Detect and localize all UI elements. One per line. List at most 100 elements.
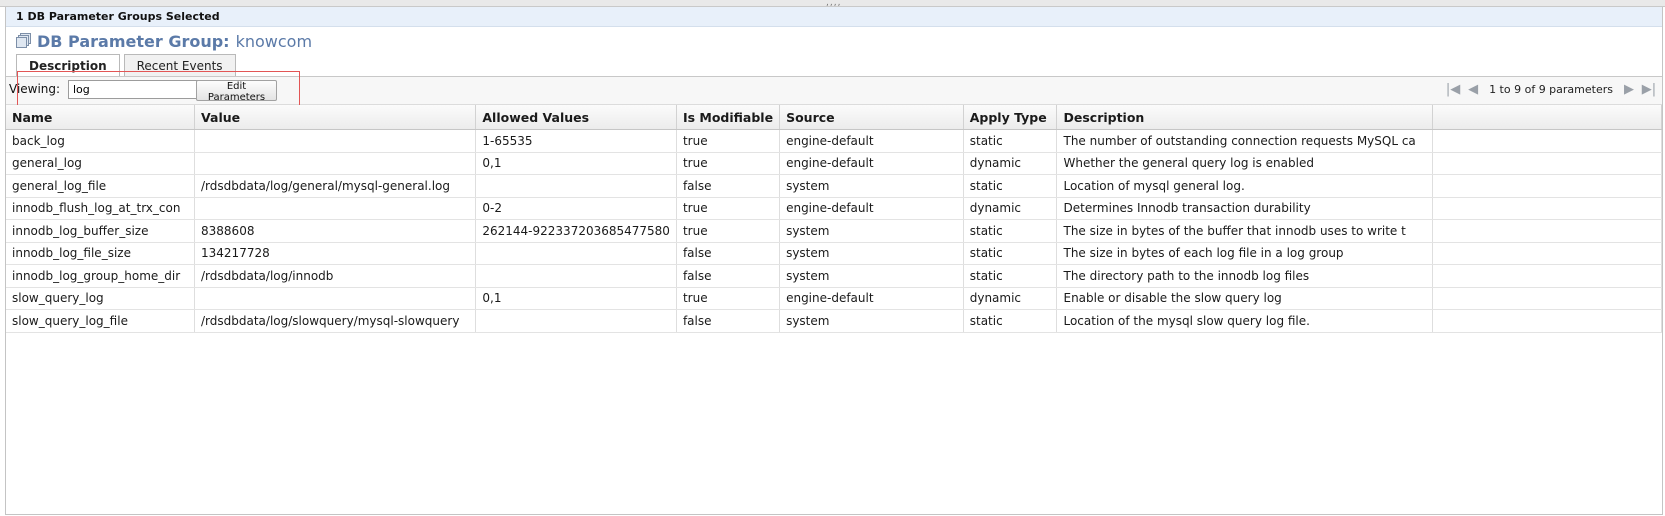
title-label: DB Parameter Group: [37, 31, 230, 51]
column-header[interactable]: Allowed Values [475, 105, 677, 130]
table-cell [194, 152, 477, 175]
table-row[interactable]: innodb_log_buffer_size 8388608 262144-9223… [6, 219, 1663, 243]
table-cell: engine-default [779, 287, 964, 310]
table-cell: 0,1 [475, 287, 677, 310]
parameters-table: Name Value Allowed Values Is Modifiable Sour… [6, 105, 1663, 333]
selection-count: 1 DB Parameter Groups Selected [16, 10, 220, 23]
table-cell [194, 129, 477, 153]
table-row[interactable]: slow_query_log 0,1 true engine-default dynam… [6, 287, 1663, 310]
table-cell: The size in bytes of each log file in a … [1056, 242, 1433, 265]
table-row[interactable]: innodb_flush_log_at_trx_con 0-2 true engine… [6, 197, 1663, 220]
table-cell [194, 197, 477, 220]
table-cell: 0-2 [475, 197, 677, 220]
splitter-grip-icon: ,,,, [826, 0, 842, 8]
table-cell: false [676, 264, 781, 288]
table-row[interactable]: innodb_log_file_size 134217728 false system… [6, 242, 1663, 265]
table-row[interactable]: slow_query_log_file/rdsdbdata/log/slowqu… [6, 309, 1663, 333]
viewing-filter-input[interactable] [68, 80, 200, 99]
table-cell: false [676, 242, 781, 265]
table-cell: system [779, 264, 964, 288]
table-cell: static [963, 219, 1058, 243]
table-cell: dynamic [963, 197, 1058, 220]
table-cell: /rdsdbdata/log/slowquery/mysql-slowquery [194, 309, 477, 333]
table-cell: system [779, 219, 964, 243]
table-cell: true [676, 129, 781, 153]
table-cell: Whether the general query log is enabled [1056, 152, 1433, 175]
edit-parameters-button[interactable]: Edit Parameters [196, 80, 277, 103]
tab-description[interactable]: Description [16, 54, 120, 77]
table-cell: static [963, 309, 1058, 333]
table-cell: innodb_log_group_home_dir [6, 264, 196, 288]
table-cell: true [676, 197, 781, 220]
table-cell: 1-65535 [475, 129, 677, 153]
table-cell: static [963, 264, 1058, 288]
table-cell [1432, 242, 1663, 265]
table-cell: true [676, 152, 781, 175]
table-cell [1432, 129, 1663, 153]
table-cell: The number of outstanding connection req… [1056, 129, 1433, 153]
column-header[interactable]: Name [6, 105, 196, 130]
table-cell: static [963, 129, 1058, 153]
table-cell: Enable or disable the slow query log [1056, 287, 1433, 310]
table-cell [194, 287, 477, 310]
table-cell [475, 264, 677, 288]
column-header[interactable] [1432, 105, 1663, 130]
next-page-icon[interactable]: ▶ [1621, 82, 1637, 97]
parameter-group-icon [15, 33, 31, 49]
prev-page-icon[interactable]: ◀ [1465, 82, 1481, 97]
tab-bar: Description Recent Events [16, 54, 240, 77]
page-title: DB Parameter Group: knowcom [15, 29, 312, 53]
table-cell: 0,1 [475, 152, 677, 175]
table-row[interactable]: innodb_log_group_home_dir/rdsdbdata/log/… [6, 264, 1663, 288]
table-cell: Location of the mysql slow query log fil… [1056, 309, 1433, 333]
table-cell: system [779, 242, 964, 265]
first-page-icon[interactable]: |◀ [1445, 82, 1461, 97]
tab-recent-events[interactable]: Recent Events [123, 54, 236, 76]
table-cell: 262144-922337203685477580 [475, 219, 677, 243]
pagination: |◀ ◀ 1 to 9 of 9 parameters ▶ ▶| [1443, 82, 1659, 97]
column-header[interactable]: Apply Type [963, 105, 1058, 130]
viewing-label: Viewing: [9, 82, 61, 96]
table-cell: true [676, 219, 781, 243]
table-cell: system [779, 174, 964, 198]
details-panel: 1 DB Parameter Groups Selected DB Parame… [5, 7, 1663, 515]
table-cell [1432, 197, 1663, 220]
table-cell: false [676, 174, 781, 198]
table-cell: back_log [6, 129, 196, 153]
table-cell: innodb_log_file_size [6, 242, 196, 265]
column-header[interactable]: Source [779, 105, 964, 130]
table-row[interactable]: general_log_file/rdsdbdata/log/general/m… [6, 174, 1663, 198]
table-row[interactable]: back_log 1-65535 true engine-default static T… [6, 129, 1663, 153]
table-cell: true [676, 287, 781, 310]
table-cell [1432, 287, 1663, 310]
page-status: 1 to 9 of 9 parameters [1489, 83, 1613, 96]
table-cell: Location of mysql general log. [1056, 174, 1433, 198]
last-page-icon[interactable]: ▶| [1641, 82, 1657, 97]
table-cell: 8388608 [194, 219, 477, 243]
table-cell: static [963, 242, 1058, 265]
selection-bar: 1 DB Parameter Groups Selected [6, 7, 1662, 27]
table-cell: The size in bytes of the buffer that inn… [1056, 219, 1433, 243]
table-cell [1432, 152, 1663, 175]
table-cell: dynamic [963, 152, 1058, 175]
table-cell [1432, 309, 1663, 333]
table-cell: slow_query_log_file [6, 309, 196, 333]
table-cell [475, 174, 677, 198]
parameters-toolbar: Viewing: Edit Parameters |◀ ◀ 1 to 9 of … [6, 76, 1662, 105]
table-cell: Determines Innodb transaction durability [1056, 197, 1433, 220]
table-row[interactable]: general_log 0,1 true engine-default dynamic W… [6, 152, 1663, 175]
table-cell: The directory path to the innodb log fil… [1056, 264, 1433, 288]
title-value: knowcom [235, 31, 313, 51]
pane-splitter[interactable]: ,,,, [0, 0, 1665, 8]
table-cell: general_log [6, 152, 196, 175]
table-cell: false [676, 309, 781, 333]
table-cell: dynamic [963, 287, 1058, 310]
table-cell: 134217728 [194, 242, 477, 265]
column-header[interactable]: Description [1056, 105, 1433, 130]
table-cell: system [779, 309, 964, 333]
column-header[interactable]: Value [194, 105, 477, 130]
table-cell: static [963, 174, 1058, 198]
column-header[interactable]: Is Modifiable [676, 105, 781, 130]
table-cell [1432, 219, 1663, 243]
table-cell: /rdsdbdata/log/general/mysql-general.log [194, 174, 477, 198]
